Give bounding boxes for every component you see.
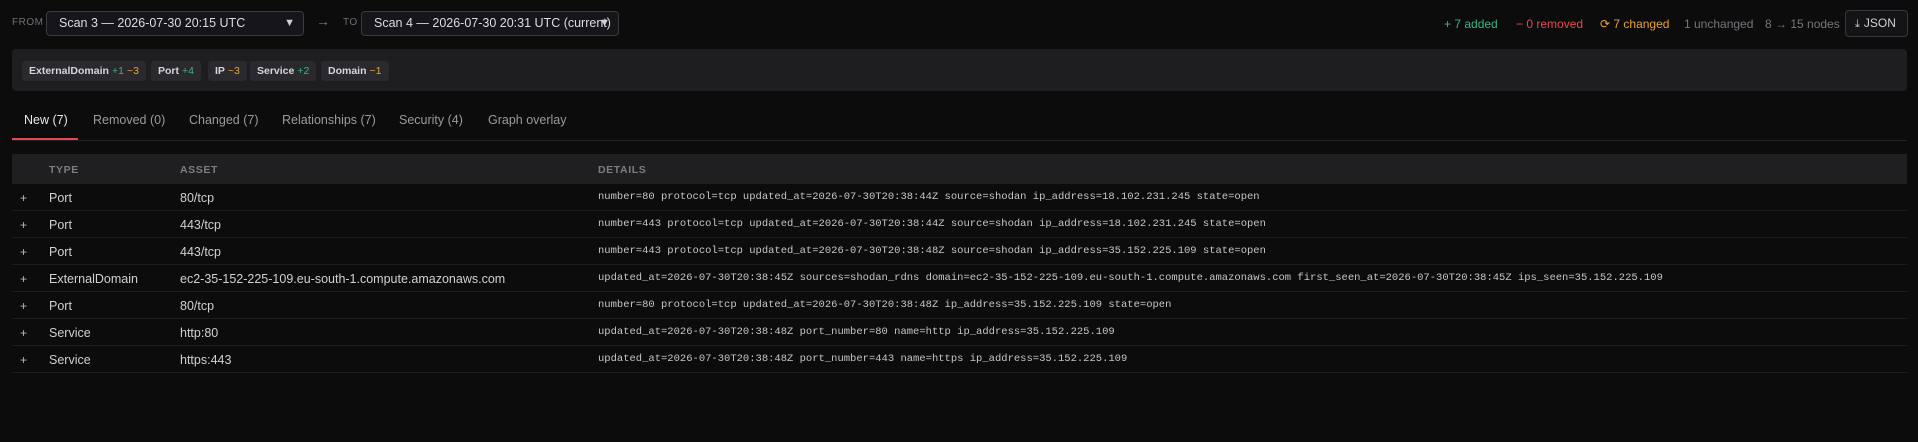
changed-count: ⟳ 7 changed	[1600, 17, 1669, 31]
arrow-right-icon: →	[316, 13, 330, 29]
table-row[interactable]: + Port 80/tcp number=80 protocol=tcp update…	[12, 184, 1907, 211]
column-details: DETAILS	[598, 164, 647, 176]
from-label: FROM	[12, 17, 44, 28]
chip-added: +2	[297, 65, 310, 77]
row-details: updated_at=2026-07-30T20:38:48Z port_num…	[598, 326, 1115, 338]
chip-label: IP	[215, 65, 225, 77]
chip-service[interactable]: Service +2	[250, 61, 317, 81]
type-summary-panel: ExternalDomain +1 ~3 Port +4 IP ~3 Service +2…	[12, 49, 1907, 91]
to-scan-value: Scan 4 — 2026-07-30 20:31 UTC (current)	[374, 16, 611, 30]
chip-ip[interactable]: IP ~3	[208, 61, 247, 81]
nodes-count: 8 → 15 nodes	[1765, 17, 1840, 31]
row-type: Port	[49, 218, 72, 232]
row-asset: 80/tcp	[180, 191, 215, 205]
row-added-marker: +	[20, 191, 28, 205]
chip-label: ExternalDomain	[29, 65, 109, 77]
tab-relationships[interactable]: Relationships (7)	[282, 113, 376, 127]
chip-externaldomain[interactable]: ExternalDomain +1 ~3	[22, 61, 146, 81]
table-row[interactable]: + Service http:80 updated_at=2026-07-30T20:…	[12, 319, 1907, 346]
chevron-down-icon: ▼	[599, 17, 610, 29]
chevron-down-icon: ▼	[284, 17, 295, 29]
json-button-label: JSON	[1863, 16, 1896, 30]
row-asset: 80/tcp	[180, 299, 215, 313]
tab-graph-overlay[interactable]: Graph overlay	[488, 113, 567, 127]
chip-domain[interactable]: Domain ~1	[321, 61, 389, 81]
row-added-marker: +	[20, 272, 28, 286]
table-row[interactable]: + Port 443/tcp number=443 protocol=tcp upda…	[12, 238, 1907, 265]
row-added-marker: +	[20, 245, 28, 259]
row-type: Port	[49, 245, 72, 259]
column-asset: ASSET	[180, 164, 219, 176]
chip-changed: ~3	[227, 65, 240, 77]
chip-added: +4	[182, 65, 194, 77]
from-scan-select[interactable]: Scan 3 — 2026-07-30 20:15 UTC ▼	[46, 11, 304, 36]
chip-label: Domain	[328, 65, 367, 77]
row-asset: http:80	[180, 326, 219, 340]
row-added-marker: +	[20, 326, 28, 340]
chip-label: Port	[158, 65, 179, 77]
row-type: Port	[49, 299, 72, 313]
row-added-marker: +	[20, 353, 28, 367]
new-assets-table: TYPE ASSET DETAILS + Port 80/tcp number=80 …	[12, 154, 1907, 373]
table-row[interactable]: + ExternalDomain ec2-35-152-225-109.eu-sou…	[12, 265, 1907, 292]
refresh-icon: ⟳	[1600, 17, 1611, 31]
chip-label: Service	[257, 65, 295, 77]
row-asset: https:443	[180, 353, 232, 367]
chip-changed: ~3	[126, 65, 139, 77]
active-tab-indicator	[12, 138, 78, 140]
row-details: updated_at=2026-07-30T20:38:45Z sources=…	[598, 272, 1663, 284]
chip-added: +1	[111, 65, 124, 77]
row-added-marker: +	[20, 299, 28, 313]
table-body: + Port 80/tcp number=80 protocol=tcp update…	[12, 184, 1907, 373]
diff-tabs: New (7) Removed (0) Changed (7) Relation…	[12, 103, 1907, 141]
row-type: ExternalDomain	[49, 272, 138, 286]
chip-port[interactable]: Port +4	[151, 61, 201, 81]
from-scan-value: Scan 3 — 2026-07-30 20:15 UTC	[59, 16, 246, 30]
row-type: Port	[49, 191, 72, 205]
tab-new[interactable]: New (7)	[24, 113, 68, 127]
row-type: Service	[49, 353, 91, 367]
to-label: TO	[343, 17, 358, 28]
added-count: + 7 added	[1444, 17, 1498, 31]
row-type: Service	[49, 326, 91, 340]
row-added-marker: +	[20, 218, 28, 232]
row-asset: ec2-35-152-225-109.eu-south-1.compute.am…	[180, 272, 506, 286]
row-details: number=443 protocol=tcp updated_at=2026-…	[598, 218, 1266, 230]
table-row[interactable]: + Port 443/tcp number=443 protocol=tcp upda…	[12, 211, 1907, 238]
table-row[interactable]: + Service https:443 updated_at=2026-07-30T2…	[12, 346, 1907, 373]
row-details: updated_at=2026-07-30T20:38:48Z port_num…	[598, 353, 1128, 365]
json-export-button[interactable]: ⤓ JSON	[1845, 10, 1908, 37]
scan-compare-header: FROM Scan 3 — 2026-07-30 20:15 UTC ▼ → T…	[0, 0, 1918, 46]
removed-count: − 0 removed	[1516, 17, 1584, 31]
column-type: TYPE	[49, 164, 79, 176]
table-header: TYPE ASSET DETAILS	[12, 154, 1907, 184]
table-row[interactable]: + Port 80/tcp number=80 protocol=tcp update…	[12, 292, 1907, 319]
row-asset: 443/tcp	[180, 218, 222, 232]
row-asset: 443/tcp	[180, 245, 222, 259]
tab-changed[interactable]: Changed (7)	[189, 113, 259, 127]
tab-removed[interactable]: Removed (0)	[93, 113, 165, 127]
to-scan-select[interactable]: Scan 4 — 2026-07-30 20:31 UTC (current) …	[361, 11, 619, 36]
tab-security[interactable]: Security (4)	[399, 113, 463, 127]
chip-changed: ~1	[369, 65, 382, 77]
changed-count-label: 7 changed	[1613, 17, 1670, 31]
unchanged-count: 1 unchanged	[1684, 17, 1754, 31]
row-details: number=443 protocol=tcp updated_at=2026-…	[598, 245, 1266, 257]
row-details: number=80 protocol=tcp updated_at=2026-0…	[598, 191, 1260, 203]
download-icon: ⤓	[1855, 18, 1860, 30]
row-details: number=80 protocol=tcp updated_at=2026-0…	[598, 299, 1172, 311]
